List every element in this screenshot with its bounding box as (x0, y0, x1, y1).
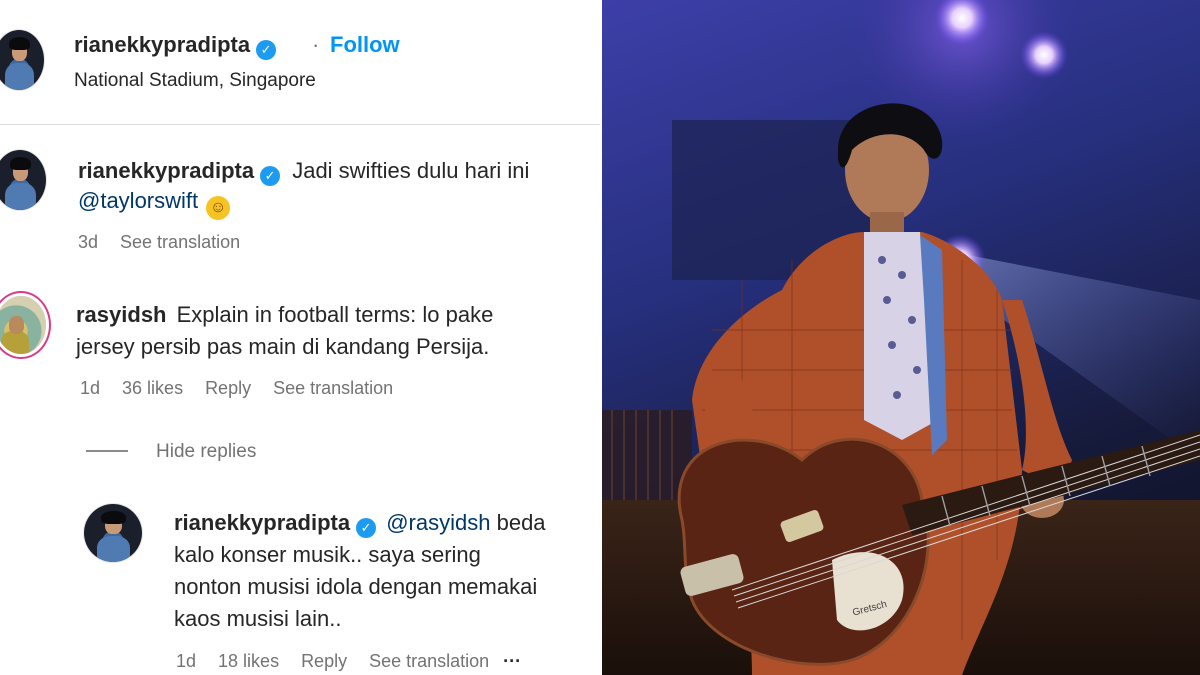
comment-text-1: Explain in football terms: lo pake (176, 302, 494, 327)
concert-photo: Gretsch (602, 0, 1200, 675)
reply-line-1: rianekkypradipta ✓ @rasyidsh beda (174, 510, 546, 538)
caption-mention-link[interactable]: @taylorswift (78, 188, 198, 213)
caption-see-translation[interactable]: See translation (120, 232, 240, 252)
comment-meta: 1d 36 likes Reply See translation (80, 378, 415, 399)
more-options-icon[interactable]: ··· (503, 651, 521, 671)
reply-line-3: nonton musisi idola dengan memakai (174, 574, 538, 599)
caption-time: 3d (78, 232, 99, 252)
comment-reply-button[interactable]: Reply (205, 378, 251, 398)
reply-line-4: kaos musisi lain.. (174, 606, 342, 631)
hide-replies-button[interactable]: Hide replies (156, 441, 256, 463)
comment-line-2: jersey persib pas main di kandang Persij… (76, 334, 490, 359)
follow-button[interactable]: Follow (330, 32, 400, 58)
reply-reply-button[interactable]: Reply (301, 651, 347, 671)
caption-username[interactable]: rianekkypradipta (78, 158, 254, 183)
spotlight-2 (1020, 31, 1068, 79)
reply-likes[interactable]: 18 likes (218, 651, 279, 671)
reply-time: 1d (176, 651, 197, 671)
separator-dot: · (312, 32, 320, 57)
verified-badge-icon: ✓ (256, 40, 277, 60)
reply-text-1: beda (496, 510, 546, 535)
reply-line-2: kalo konser musik.. saya sering (174, 542, 481, 567)
reply-author-avatar[interactable] (84, 504, 142, 562)
commenter-username[interactable]: rasyidsh (76, 302, 167, 327)
verified-badge-icon: ✓ (356, 518, 377, 538)
comment-see-translation[interactable]: See translation (273, 378, 393, 398)
reply-see-translation[interactable]: See translation (369, 651, 489, 671)
post-author-avatar[interactable] (0, 30, 44, 90)
caption-text: Jadi swifties dulu hari ini (292, 158, 530, 183)
concert-photo-illustration: Gretsch (602, 0, 1200, 675)
comment-line-1: rasyidsh Explain in football terms: lo p… (76, 302, 493, 328)
replies-line (86, 450, 128, 452)
caption-author-avatar[interactable] (0, 150, 46, 210)
caption-line-2: @taylorswift ☺ (78, 188, 231, 220)
guitar-body (677, 437, 930, 666)
verified-badge-icon: ✓ (260, 166, 281, 186)
comment-time: 1d (80, 378, 101, 398)
post-location[interactable]: National Stadium, Singapore (74, 70, 316, 92)
instagram-comments-panel: rianekkypradipta ✓ · Follow National Stad… (0, 0, 600, 675)
caption-line-1: rianekkypradipta ✓ Jadi swifties dulu har… (78, 158, 529, 186)
comment-likes[interactable]: 36 likes (122, 378, 183, 398)
commenter-avatar[interactable] (0, 296, 46, 354)
grinning-face-emoji-icon: ☺ (206, 196, 231, 220)
header-divider (0, 124, 600, 125)
reply-meta: 1d 18 likes Reply See translation ··· (176, 651, 543, 672)
caption-meta: 3d See translation (78, 232, 262, 253)
post-author-username[interactable]: rianekkypradipta ✓ (74, 32, 277, 60)
reply-username[interactable]: rianekkypradipta (174, 510, 350, 535)
reply-mention-link[interactable]: @rasyidsh (386, 510, 490, 535)
